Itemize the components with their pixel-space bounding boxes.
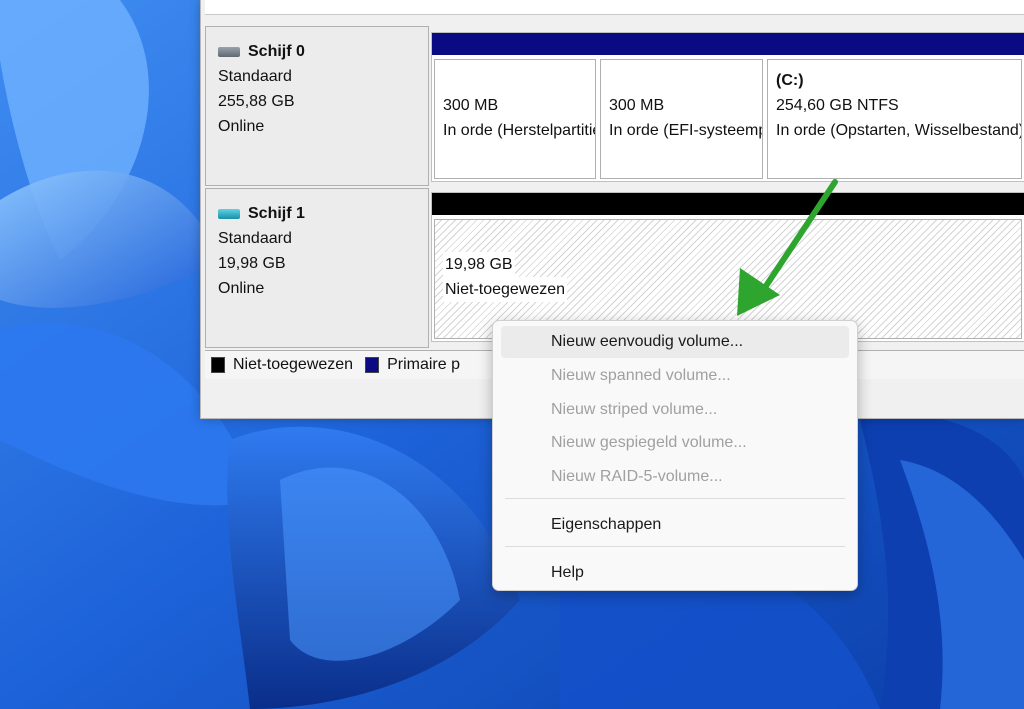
partition-size: 300 MB xyxy=(443,97,499,114)
disk-0-name-text: Schijf 0 xyxy=(248,43,305,60)
disk-0-name: Schijf 0 xyxy=(218,39,428,64)
partition-size: 254,60 GB NTFS xyxy=(776,97,899,114)
unallocated-space[interactable]: 19,98 GB Niet-toegewezen xyxy=(432,193,1024,341)
primary-partition-bar xyxy=(598,33,765,55)
disk-1-label[interactable]: Schijf 1 Standaard 19,98 GB Online xyxy=(205,188,429,348)
partition-size: 300 MB xyxy=(609,97,665,114)
volume-list-bottom-edge xyxy=(205,0,1024,15)
disk-1-size: 19,98 GB xyxy=(218,255,286,272)
partition-title: (C:) xyxy=(776,72,804,89)
partition-efi[interactable]: 300 MB In orde (EFI-systeempartitie) xyxy=(598,33,765,181)
disk-0-label[interactable]: Schijf 0 Standaard 255,88 GB Online xyxy=(205,26,429,186)
primary-partition-bar xyxy=(432,33,598,55)
context-menu: Nieuw eenvoudig volume... Nieuw spanned … xyxy=(492,320,858,591)
legend-primary: Primaire p xyxy=(365,356,460,374)
legend-swatch-black xyxy=(211,357,225,373)
menu-item-new-spanned-volume: Nieuw spanned volume... xyxy=(551,367,731,384)
menu-item-new-raid5-volume: Nieuw RAID-5-volume... xyxy=(551,468,723,485)
menu-item-new-striped-volume: Nieuw striped volume... xyxy=(551,401,718,418)
legend-primary-label: Primaire p xyxy=(387,356,460,373)
partition-status: In orde (Herstelpartitie) xyxy=(443,122,596,139)
partition-status: In orde (EFI-systeempartitie) xyxy=(609,122,762,139)
menu-separator xyxy=(505,498,845,499)
legend-swatch-navy xyxy=(365,357,380,373)
menu-item-new-mirrored-volume: Nieuw gespiegeld volume... xyxy=(551,434,747,451)
primary-partition-bar xyxy=(765,33,1024,55)
disk-0-size: 255,88 GB xyxy=(218,93,295,110)
disk-1-type: Standaard xyxy=(218,230,292,247)
disk-0-type: Standaard xyxy=(218,68,292,85)
menu-item-properties[interactable]: Eigenschappen xyxy=(501,509,849,541)
disk-0-status: Online xyxy=(218,118,265,135)
disk-0-partitions: 300 MB In orde (Herstelpartitie) 300 MB … xyxy=(431,32,1024,182)
partition-title xyxy=(609,68,762,93)
menu-item-new-simple-volume[interactable]: Nieuw eenvoudig volume... xyxy=(501,326,849,358)
disk-1-name-text: Schijf 1 xyxy=(248,205,305,222)
partition-title xyxy=(443,68,595,93)
hard-disk-icon xyxy=(218,46,240,57)
unallocated-status: Niet-toegewezen xyxy=(443,277,568,302)
partition-recovery[interactable]: 300 MB In orde (Herstelpartitie) xyxy=(432,33,598,181)
disk-1-name: Schijf 1 xyxy=(218,201,428,226)
partition-c-drive[interactable]: (C:) 254,60 GB NTFS In orde (Opstarten, … xyxy=(765,33,1024,181)
disk-1-status: Online xyxy=(218,280,265,297)
legend-unallocated-label: Niet-toegewezen xyxy=(233,356,354,373)
hard-disk-icon xyxy=(218,208,240,219)
unallocated-size: 19,98 GB xyxy=(443,252,515,277)
legend-unallocated: Niet-toegewezen xyxy=(211,356,353,374)
partition-status: In orde (Opstarten, Wisselbestand) xyxy=(776,122,1022,139)
menu-separator xyxy=(505,546,845,547)
unallocated-bar xyxy=(432,193,1024,215)
menu-item-help[interactable]: Help xyxy=(501,557,849,589)
